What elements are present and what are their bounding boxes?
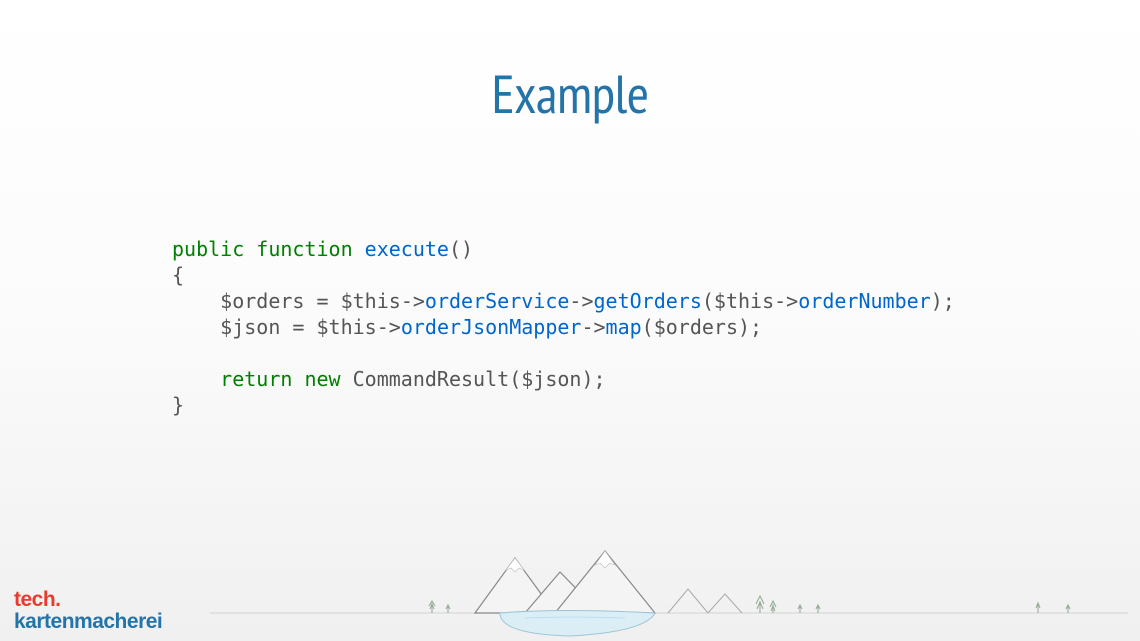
kw-new: new — [304, 367, 340, 391]
assign: = — [304, 289, 340, 313]
brace-open: { — [172, 263, 184, 287]
brand-logo: tech. kartenmacherei — [14, 589, 162, 633]
arrow: -> — [377, 315, 401, 339]
arrow: -> — [569, 289, 593, 313]
this: $this — [341, 289, 401, 313]
parens: () — [449, 237, 473, 261]
var-orders: $orders — [220, 289, 304, 313]
arrow: -> — [401, 289, 425, 313]
this: $this — [317, 315, 377, 339]
paren-open: ( — [509, 367, 521, 391]
indent — [172, 289, 220, 313]
indent — [172, 315, 220, 339]
member-getOrders: getOrders — [594, 289, 702, 313]
mountain-decoration-icon — [0, 546, 1140, 641]
brace-close: } — [172, 393, 184, 417]
slide-title: Example — [0, 0, 1140, 128]
paren-open: ( — [642, 315, 654, 339]
kw-function: function — [256, 237, 352, 261]
this: $this — [714, 289, 774, 313]
member-orderNumber: orderNumber — [798, 289, 930, 313]
paren-close: ); — [738, 315, 762, 339]
var-json: $json — [220, 315, 280, 339]
var-json: $json — [521, 367, 581, 391]
logo-bottom: kartenmacherei — [14, 611, 162, 633]
arrow: -> — [581, 315, 605, 339]
paren-close: ); — [931, 289, 955, 313]
logo-top: tech. — [14, 589, 162, 611]
kw-return: return — [220, 367, 292, 391]
code-example: public function execute() { $orders = $t… — [172, 236, 1140, 418]
assign: = — [280, 315, 316, 339]
member-orderJsonMapper: orderJsonMapper — [401, 315, 582, 339]
var-orders: $orders — [654, 315, 738, 339]
member-map: map — [606, 315, 642, 339]
fn-name: execute — [365, 237, 449, 261]
indent — [172, 367, 220, 391]
class-CommandResult: CommandResult — [353, 367, 510, 391]
member-orderService: orderService — [425, 289, 570, 313]
paren-open: ( — [702, 289, 714, 313]
kw-public: public — [172, 237, 244, 261]
paren-close: ); — [581, 367, 605, 391]
arrow: -> — [774, 289, 798, 313]
